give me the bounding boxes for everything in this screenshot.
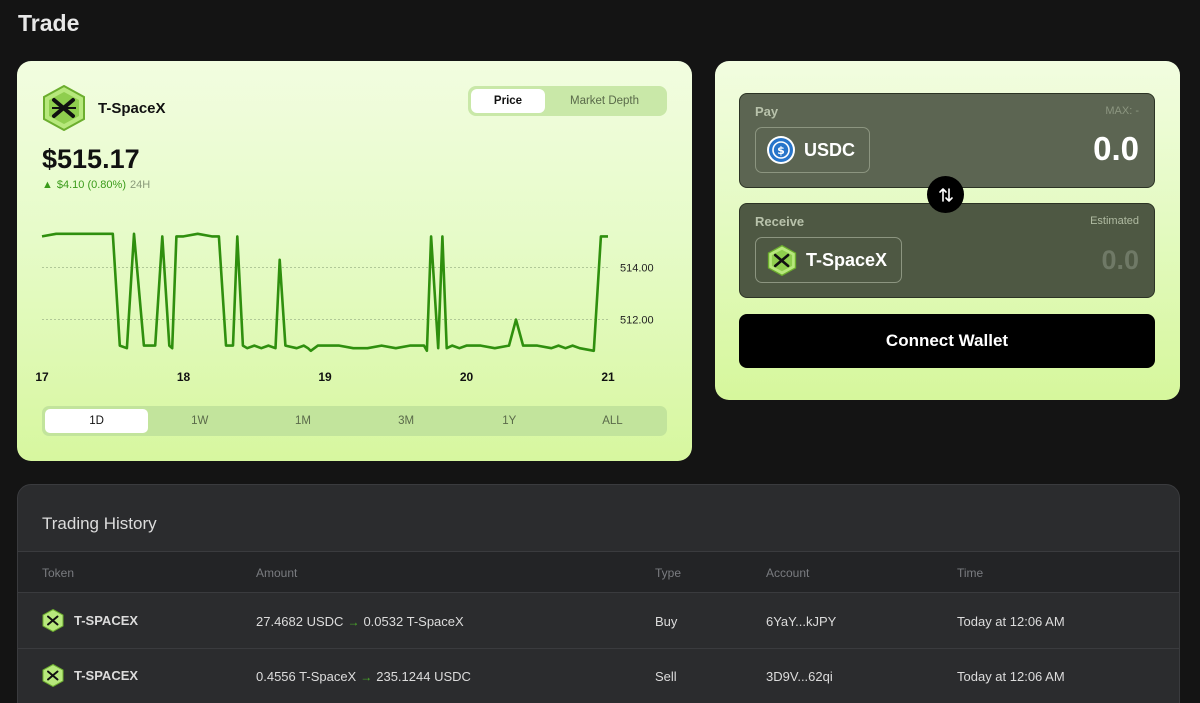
y-tick-label: 512.00 bbox=[620, 315, 654, 327]
row-token-name: T-SPACEX bbox=[74, 668, 139, 683]
price-line-chart: 514.00 512.00 17 18 19 20 21 bbox=[35, 232, 654, 384]
swap-card: Pay MAX: - $ USDC 0.0 Receive Estimated bbox=[715, 61, 1180, 400]
receive-amount: 0.0 bbox=[1101, 245, 1139, 275]
row-account[interactable]: 6YaY...kJPY bbox=[766, 614, 836, 629]
row-amount: 27.4682 USDC → 0.0532 T-SpaceX bbox=[256, 614, 464, 629]
table-row[interactable]: T-SPACEX 0.4556 T-SpaceX → 235.1244 USDC… bbox=[18, 649, 1179, 703]
receive-asset-selector[interactable]: T-SpaceX bbox=[755, 237, 902, 283]
range-3m[interactable]: 3M bbox=[355, 409, 458, 433]
tspacex-logo-icon bbox=[42, 664, 64, 687]
range-1d[interactable]: 1D bbox=[45, 409, 149, 433]
svg-text:$: $ bbox=[777, 144, 785, 157]
range-all[interactable]: ALL bbox=[561, 409, 664, 433]
range-1w[interactable]: 1W bbox=[148, 409, 251, 433]
row-token: T-SPACEX bbox=[42, 664, 138, 687]
max-button[interactable]: MAX: - bbox=[1105, 105, 1139, 117]
pay-asset-selector[interactable]: $ USDC bbox=[755, 127, 870, 173]
price-chart-card: T-SpaceX $515.17 ▲ $4.10 (0.80%) 24H Pri… bbox=[17, 61, 692, 461]
arrow-right-icon: → bbox=[347, 614, 360, 629]
x-tick-label: 19 bbox=[318, 370, 332, 384]
y-tick-label: 514.00 bbox=[620, 263, 654, 275]
connect-wallet-button[interactable]: Connect Wallet bbox=[739, 314, 1155, 368]
x-tick-label: 18 bbox=[177, 370, 191, 384]
column-token: Token bbox=[42, 566, 75, 580]
history-table-header: Token Amount Type Account Time bbox=[18, 551, 1179, 593]
receive-asset-name: T-SpaceX bbox=[806, 249, 888, 270]
pay-label: Pay bbox=[755, 104, 779, 119]
amount-from: 0.4556 T-SpaceX bbox=[256, 669, 357, 684]
row-token-name: T-SPACEX bbox=[74, 613, 139, 628]
tspacex-logo-icon bbox=[767, 244, 797, 276]
pay-panel: Pay MAX: - $ USDC 0.0 bbox=[739, 93, 1155, 188]
row-token: T-SPACEX bbox=[42, 609, 138, 632]
column-type: Type bbox=[655, 566, 682, 580]
time-range-selector: 1D 1W 1M 3M 1Y ALL bbox=[42, 406, 667, 436]
x-tick-label: 17 bbox=[35, 370, 49, 384]
usdc-icon: $ bbox=[767, 136, 795, 164]
amount-to: 0.0532 T-SpaceX bbox=[363, 614, 464, 629]
arrow-right-icon: → bbox=[360, 669, 373, 684]
range-1m[interactable]: 1M bbox=[251, 409, 354, 433]
amount-from: 27.4682 USDC bbox=[256, 614, 344, 629]
receive-panel: Receive Estimated T-SpaceX 0.0 bbox=[739, 203, 1155, 298]
range-1y[interactable]: 1Y bbox=[458, 409, 561, 433]
row-account[interactable]: 3D9V...62qi bbox=[766, 669, 833, 684]
history-title: Trading History bbox=[42, 514, 157, 533]
pay-asset-name: USDC bbox=[804, 139, 856, 160]
pay-amount-input[interactable]: 0.0 bbox=[1093, 130, 1139, 168]
swap-direction-button[interactable] bbox=[927, 176, 964, 213]
price-series-line bbox=[41, 232, 608, 353]
swap-arrows-icon bbox=[938, 187, 953, 202]
table-row[interactable]: T-SPACEX 27.4682 USDC → 0.0532 T-SpaceX … bbox=[18, 594, 1179, 649]
receive-label: Receive bbox=[755, 214, 805, 229]
row-amount: 0.4556 T-SpaceX → 235.1244 USDC bbox=[256, 669, 471, 684]
estimated-label: Estimated bbox=[1090, 215, 1139, 227]
row-time: Today at 12:06 AM bbox=[957, 614, 1065, 629]
amount-to: 235.1244 USDC bbox=[376, 669, 471, 684]
x-tick-label: 21 bbox=[601, 370, 615, 384]
tspacex-logo-icon bbox=[42, 609, 64, 632]
column-amount: Amount bbox=[256, 566, 298, 580]
row-type: Buy bbox=[655, 614, 678, 629]
page-title: Trade bbox=[18, 10, 80, 36]
trading-history-panel: Trading History Token Amount Type Accoun… bbox=[17, 484, 1180, 703]
column-time: Time bbox=[957, 566, 984, 580]
row-time: Today at 12:06 AM bbox=[957, 669, 1065, 684]
row-type: Sell bbox=[655, 669, 677, 684]
x-tick-label: 20 bbox=[460, 370, 474, 384]
column-account: Account bbox=[766, 566, 810, 580]
